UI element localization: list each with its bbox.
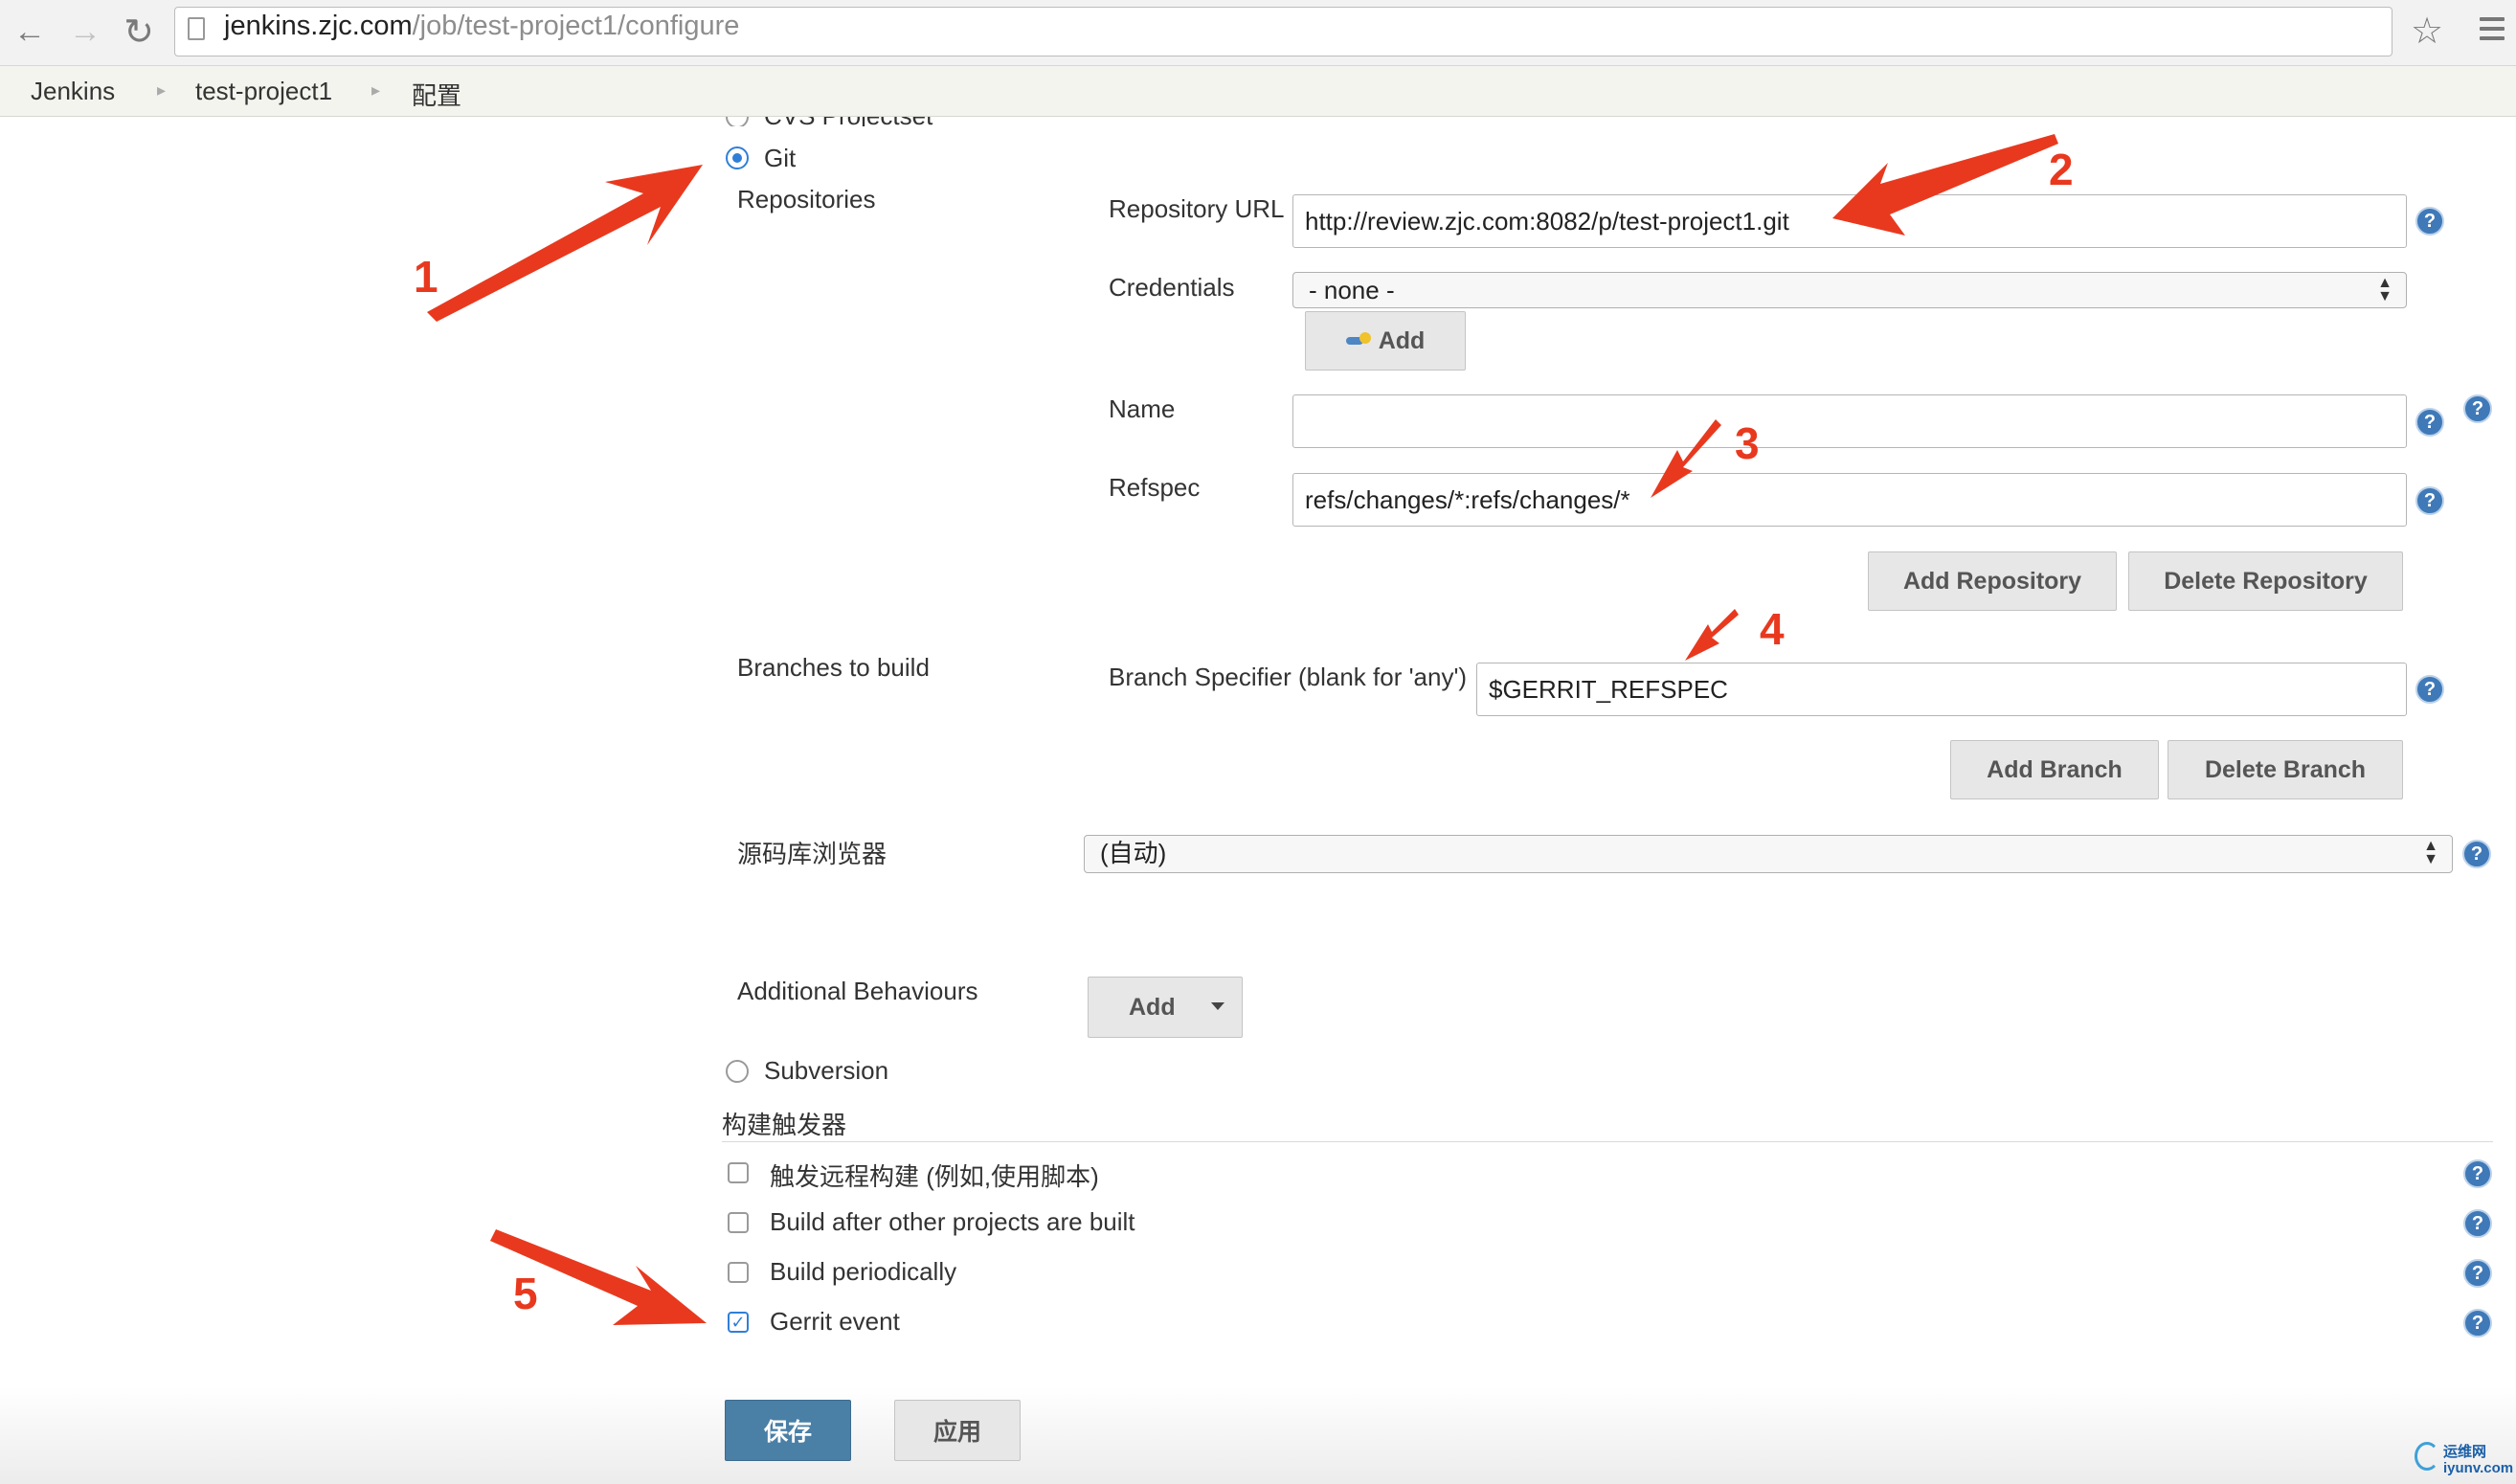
annotation-number-4: 4 (1760, 604, 1785, 654)
annotation-number-1: 1 (414, 252, 438, 302)
annotation-number-3: 3 (1735, 418, 1760, 468)
annotation-arrow-1-icon (427, 165, 703, 322)
annotation-number-5: 5 (513, 1269, 538, 1318)
annotation-arrows (427, 134, 2058, 1325)
annotation-arrow-2-icon (1832, 134, 2058, 236)
annotation-arrow-3-icon (1651, 419, 1721, 498)
annotation-arrow-4-icon (1685, 609, 1739, 661)
annotation-number-2: 2 (2049, 145, 2074, 194)
